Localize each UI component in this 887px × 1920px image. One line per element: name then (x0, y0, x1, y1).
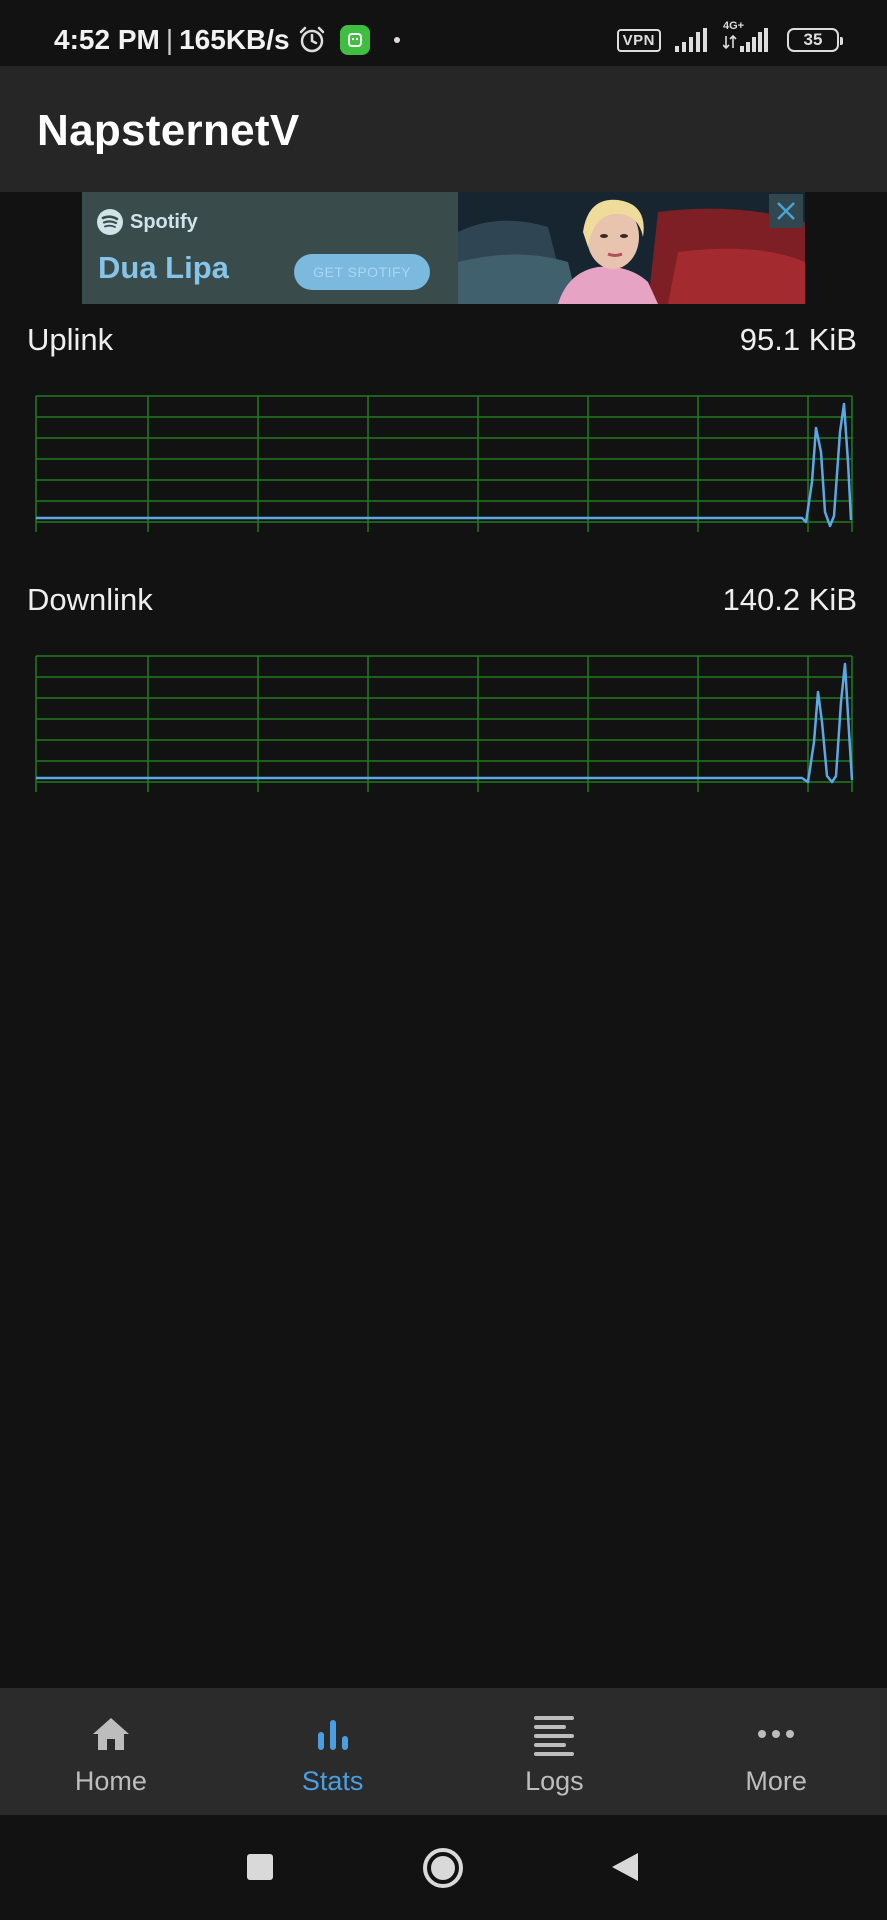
recents-button[interactable] (246, 1853, 274, 1881)
nav-item-stats[interactable]: Stats (222, 1688, 444, 1815)
uplink-value: 95.1 KiB (739, 322, 857, 357)
status-time: 4:52 PM (54, 24, 160, 55)
status-separator: | (165, 24, 174, 55)
nav-item-home[interactable]: Home (0, 1688, 222, 1815)
app-notification-icon (339, 25, 370, 55)
ad-image[interactable] (458, 192, 805, 304)
status-bar: 4:52 PM | 165KB/s VPN 4G+ 35 (0, 0, 887, 66)
nav-item-logs[interactable]: Logs (444, 1688, 666, 1815)
battery-level: 35 (803, 30, 823, 49)
status-bar-right: VPN 4G+ 35 (616, 20, 843, 54)
ad-banner[interactable]: Spotify Dua Lipa GET SPOTIFY (82, 192, 805, 304)
ad-brand: Spotify (96, 208, 198, 236)
downlink-graph (35, 655, 854, 792)
uplink-label: Uplink (27, 322, 114, 357)
ad-text-panel: Spotify Dua Lipa GET SPOTIFY (82, 192, 458, 304)
battery-icon: 35 (787, 28, 843, 52)
vpn-badge: VPN (616, 28, 661, 52)
signal-4g-icon: 4G+ (723, 20, 773, 54)
downlink-value: 140.2 KiB (722, 582, 857, 617)
traffic-line (36, 662, 854, 784)
more-icon (754, 1712, 798, 1756)
nav-label-stats: Stats (301, 1766, 364, 1796)
home-icon (89, 1712, 133, 1756)
home-system-button[interactable] (422, 1847, 464, 1889)
nav-label-home: Home (74, 1766, 147, 1796)
close-icon (777, 202, 795, 220)
status-bar-left: 4:52 PM | 165KB/s (54, 24, 400, 56)
system-navigation-bar (0, 1815, 887, 1920)
ad-close-button[interactable] (769, 194, 803, 228)
spotify-logo-icon (97, 209, 123, 235)
app-bar: NapsternetV (0, 66, 887, 192)
traffic-line (36, 402, 853, 528)
bar-chart-icon (311, 1712, 355, 1756)
nav-item-more[interactable]: More (665, 1688, 887, 1815)
logs-icon (532, 1712, 576, 1756)
page-title: NapsternetV (37, 106, 300, 155)
ad-cta-button[interactable]: GET SPOTIFY (294, 254, 430, 290)
signal-icon (675, 28, 707, 52)
status-speed: 165KB/s (179, 24, 290, 55)
nav-label-logs: Logs (525, 1766, 584, 1796)
notification-dot-icon (393, 37, 400, 43)
back-button[interactable] (610, 1851, 640, 1883)
alarm-icon (299, 26, 324, 53)
ad-brand-name: Spotify (130, 210, 198, 233)
nav-label-more: More (745, 1766, 807, 1796)
bottom-navigation: Home Stats Logs More (0, 1688, 887, 1815)
downlink-label: Downlink (27, 582, 153, 617)
ad-headline: Dua Lipa (98, 250, 229, 285)
uplink-graph (35, 395, 853, 532)
